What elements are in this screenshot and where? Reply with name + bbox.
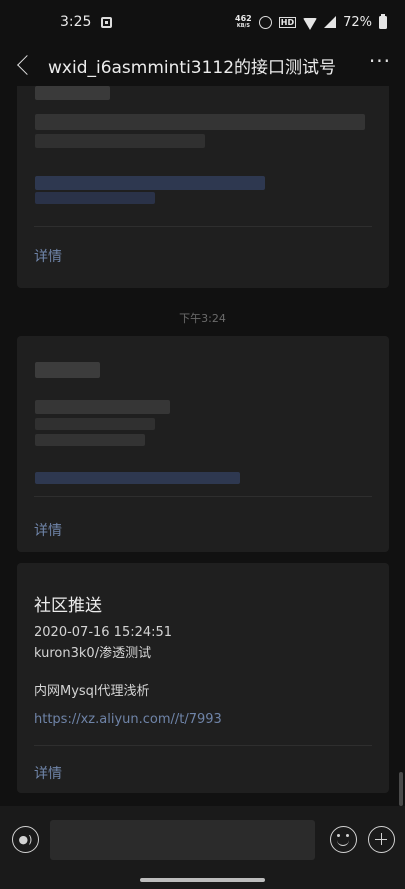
blurred-content	[35, 192, 155, 204]
emoji-icon[interactable]	[330, 826, 357, 853]
push-subject: 内网Mysql代理浅析	[34, 684, 150, 699]
card-divider	[34, 745, 372, 746]
battery-icon	[379, 13, 387, 29]
status-icons: 462 KB/S HD 72%	[235, 13, 387, 30]
chat-title: wxid_i6asmminti3112的接口测试号	[48, 57, 337, 78]
hd-icon: HD	[278, 16, 297, 28]
blurred-content	[35, 176, 265, 190]
card-divider	[34, 496, 372, 497]
push-date: 2020-07-16 15:24:51	[34, 625, 173, 640]
network-speed: 462 KB/S	[235, 14, 252, 30]
push-link[interactable]: https://xz.aliyun.com//t/7993	[34, 712, 222, 727]
wifi-icon	[303, 18, 318, 30]
card-divider	[34, 226, 372, 227]
home-indicator[interactable]	[140, 878, 265, 882]
message-timestamp: 下午3:24	[179, 312, 226, 325]
template-message-card[interactable]: 详情	[17, 86, 389, 288]
status-time: 3:25	[60, 14, 92, 30]
detail-link[interactable]: 详情	[34, 246, 62, 266]
blurred-content	[35, 134, 205, 148]
alarm-icon	[258, 15, 272, 29]
notification-icon	[101, 16, 113, 28]
battery-percent: 72%	[343, 14, 372, 30]
blurred-content	[35, 434, 145, 446]
network-speed-unit: KB/S	[236, 23, 250, 29]
more-icon[interactable]: ···	[369, 51, 391, 74]
push-message-card[interactable]: 社区推送 2020-07-16 15:24:51 kuron3k0/渗透测试 内…	[17, 563, 389, 793]
template-message-card[interactable]: 详情	[17, 336, 389, 552]
message-list[interactable]: 详情 下午3:24 详情 社区推送 2020-07-16 15:24:51 ku…	[0, 86, 405, 806]
network-speed-value: 462	[235, 14, 252, 23]
detail-link[interactable]: 详情	[34, 520, 62, 540]
input-bar: ●)	[0, 806, 405, 889]
push-title: 社区推送	[34, 596, 102, 616]
voice-icon[interactable]: ●)	[12, 826, 39, 853]
nav-bar: wxid_i6asmminti3112的接口测试号 ···	[0, 44, 405, 86]
blurred-content	[35, 400, 170, 414]
status-bar: 3:25 462 KB/S HD 72%	[0, 0, 405, 44]
blurred-content	[35, 362, 100, 378]
blurred-content	[35, 86, 110, 100]
detail-link[interactable]: 详情	[34, 763, 62, 783]
message-input[interactable]	[50, 820, 315, 860]
scrollbar[interactable]	[399, 772, 403, 806]
blurred-content	[35, 472, 240, 484]
blurred-content	[35, 114, 365, 130]
signal-icon	[324, 16, 337, 28]
plus-icon[interactable]	[368, 826, 395, 853]
back-icon[interactable]	[17, 55, 37, 75]
blurred-content	[35, 418, 155, 430]
push-author: kuron3k0/渗透测试	[34, 646, 152, 661]
